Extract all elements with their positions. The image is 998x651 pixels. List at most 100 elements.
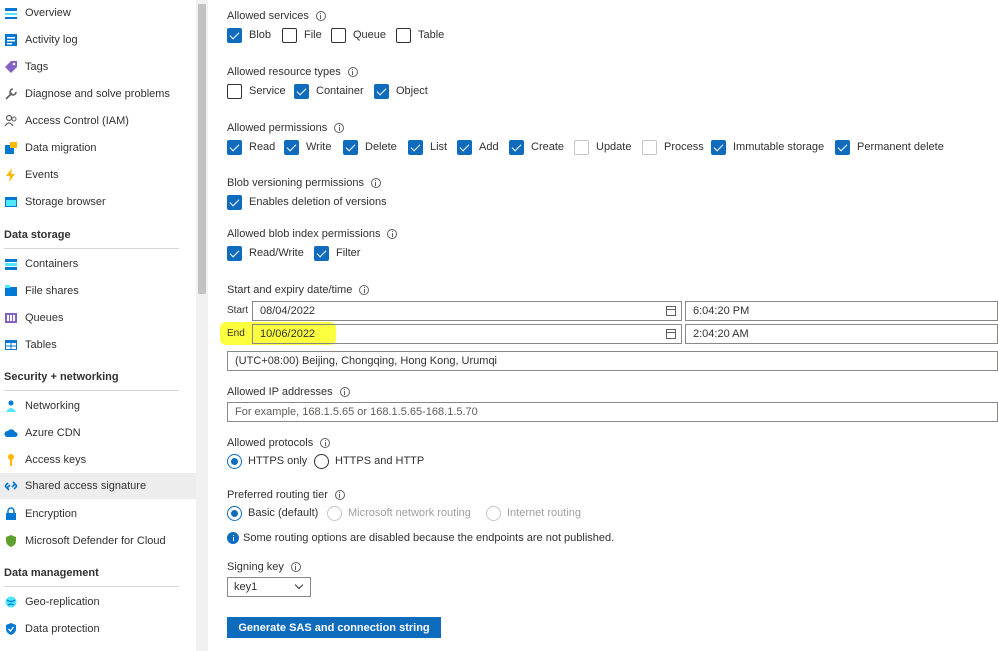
info-icon[interactable] — [359, 285, 370, 295]
sidebar-item-shared-access-signature[interactable]: Shared access signature — [0, 473, 196, 499]
calendar-icon[interactable] — [666, 306, 676, 316]
start-time-value: 6:04:20 PM — [693, 305, 750, 317]
checkbox-box[interactable] — [227, 27, 242, 43]
sidebar-item-diagnose[interactable]: Diagnose and solve problems — [0, 81, 196, 107]
scrollbar-thumb[interactable] — [198, 4, 206, 294]
checkbox-resource-service[interactable]: Service — [227, 83, 286, 99]
checkbox-box[interactable] — [509, 139, 524, 155]
sidebar-item-encryption[interactable]: Encryption — [0, 501, 196, 527]
checkbox-box[interactable] — [835, 139, 850, 155]
checkbox-resource-container[interactable]: Container — [294, 83, 364, 99]
checkbox-index-filter[interactable]: Filter — [314, 245, 360, 261]
radio-https-only[interactable]: HTTPS only — [227, 453, 307, 469]
sidebar-item-geo-replication[interactable]: Geo-replication — [0, 589, 196, 615]
start-time-input[interactable]: 6:04:20 PM — [685, 301, 998, 321]
sidebar-item-data-migration[interactable]: Data migration — [0, 135, 196, 161]
sidebar-item-storage-browser[interactable]: Storage browser — [0, 189, 196, 215]
end-date-input[interactable]: 10/06/2022 — [252, 324, 682, 344]
timezone-value: (UTC+08:00) Beijing, Chongqing, Hong Kon… — [235, 355, 498, 367]
radio-dot[interactable] — [327, 505, 342, 521]
info-icon[interactable] — [387, 229, 398, 239]
sidebar-item-activity-log[interactable]: Activity log — [0, 27, 196, 53]
radio-routing-microsoft[interactable]: Microsoft network routing — [327, 505, 471, 521]
info-icon[interactable] — [370, 178, 381, 188]
checkbox-box[interactable] — [282, 27, 297, 43]
allowed-ip-input[interactable]: For example, 168.1.5.65 or 168.1.5.65-16… — [227, 402, 998, 422]
calendar-icon[interactable] — [666, 329, 676, 339]
sidebar-item-defender[interactable]: Microsoft Defender for Cloud — [0, 528, 196, 554]
checkbox-box[interactable] — [457, 139, 472, 155]
sidebar-item-tables[interactable]: Tables — [0, 332, 196, 358]
start-date-input[interactable]: 08/04/2022 — [252, 301, 682, 321]
checkbox-box[interactable] — [227, 194, 242, 210]
checkbox-service-queue[interactable]: Queue — [331, 27, 386, 43]
checkbox-box[interactable] — [294, 83, 309, 99]
radio-dot[interactable] — [314, 453, 329, 469]
checkbox-resource-object[interactable]: Object — [374, 83, 428, 99]
radio-https-and-http[interactable]: HTTPS and HTTP — [314, 453, 424, 469]
checkbox-box[interactable] — [227, 245, 242, 261]
checkbox-permission-permanent-delete[interactable]: Permanent delete — [835, 139, 944, 155]
checkbox-box[interactable] — [642, 139, 657, 155]
checkbox-service-blob[interactable]: Blob — [227, 27, 271, 43]
sidebar-item-containers[interactable]: Containers — [0, 251, 196, 277]
checkbox-service-table[interactable]: Table — [396, 27, 444, 43]
sidebar-item-azure-cdn[interactable]: Azure CDN — [0, 420, 196, 446]
signing-key-select[interactable]: key1 — [227, 577, 311, 597]
checkbox-box[interactable] — [574, 139, 589, 155]
checkbox-box[interactable] — [711, 139, 726, 155]
checkbox-permission-add[interactable]: Add — [457, 139, 499, 155]
info-icon[interactable] — [334, 490, 345, 500]
info-icon[interactable] — [334, 123, 345, 133]
info-icon[interactable] — [290, 562, 301, 572]
checkbox-permission-list[interactable]: List — [408, 139, 447, 155]
checkbox-box[interactable] — [227, 139, 242, 155]
end-time-input[interactable]: 2:04:20 AM — [685, 324, 998, 344]
checkbox-permission-write[interactable]: Write — [284, 139, 331, 155]
activity-log-icon — [4, 33, 18, 47]
checkbox-box[interactable] — [284, 139, 299, 155]
info-icon[interactable] — [320, 438, 331, 448]
checkbox-service-file[interactable]: File — [282, 27, 322, 43]
sidebar-item-networking[interactable]: Networking — [0, 393, 196, 419]
checkbox-box[interactable] — [374, 83, 389, 99]
sidebar-item-file-shares[interactable]: File shares — [0, 278, 196, 304]
file-shares-icon — [4, 284, 18, 298]
timezone-dropdown[interactable]: (UTC+08:00) Beijing, Chongqing, Hong Kon… — [227, 351, 998, 371]
info-icon[interactable] — [315, 11, 326, 21]
sidebar-item-events[interactable]: Events — [0, 162, 196, 188]
radio-dot[interactable] — [227, 505, 242, 521]
sidebar-item-queues[interactable]: Queues — [0, 305, 196, 331]
checkbox-index-read-write[interactable]: Read/Write — [227, 245, 304, 261]
info-icon[interactable] — [339, 387, 350, 397]
checkbox-enable-version-deletion[interactable]: Enables deletion of versions — [227, 194, 387, 210]
checkbox-permission-delete[interactable]: Delete — [343, 139, 397, 155]
checkbox-box[interactable] — [314, 245, 329, 261]
sidebar-item-access-keys[interactable]: Access keys — [0, 447, 196, 473]
checkbox-permission-immutable-storage[interactable]: Immutable storage — [711, 139, 824, 155]
generate-sas-button[interactable]: Generate SAS and connection string — [227, 617, 441, 638]
sidebar-item-iam[interactable]: Access Control (IAM) — [0, 108, 196, 134]
sidebar-item-label: Azure CDN — [25, 427, 81, 439]
checkbox-permission-create[interactable]: Create — [509, 139, 564, 155]
checkbox-label: Table — [418, 29, 445, 41]
checkbox-box[interactable] — [331, 27, 346, 43]
radio-routing-basic[interactable]: Basic (default) — [227, 505, 318, 521]
sidebar-item-overview[interactable]: Overview — [0, 0, 196, 26]
radio-routing-internet[interactable]: Internet routing — [486, 505, 581, 521]
checkbox-permission-read[interactable]: Read — [227, 139, 275, 155]
checkbox-box[interactable] — [343, 139, 358, 155]
checkbox-label: List — [430, 141, 448, 153]
checkbox-box[interactable] — [396, 27, 411, 43]
sidebar-item-label: Queues — [25, 312, 64, 324]
sidebar-item-data-protection[interactable]: Data protection — [0, 616, 196, 642]
checkbox-box[interactable] — [408, 139, 423, 155]
checkbox-permission-update[interactable]: Update — [574, 139, 631, 155]
sidebar-item-tags[interactable]: Tags — [0, 54, 196, 80]
info-icon[interactable] — [347, 67, 358, 77]
radio-dot[interactable] — [227, 453, 242, 469]
checkbox-box[interactable] — [227, 83, 242, 99]
radio-dot[interactable] — [486, 505, 501, 521]
sidebar-scrollbar[interactable] — [196, 0, 208, 651]
checkbox-permission-process[interactable]: Process — [642, 139, 704, 155]
